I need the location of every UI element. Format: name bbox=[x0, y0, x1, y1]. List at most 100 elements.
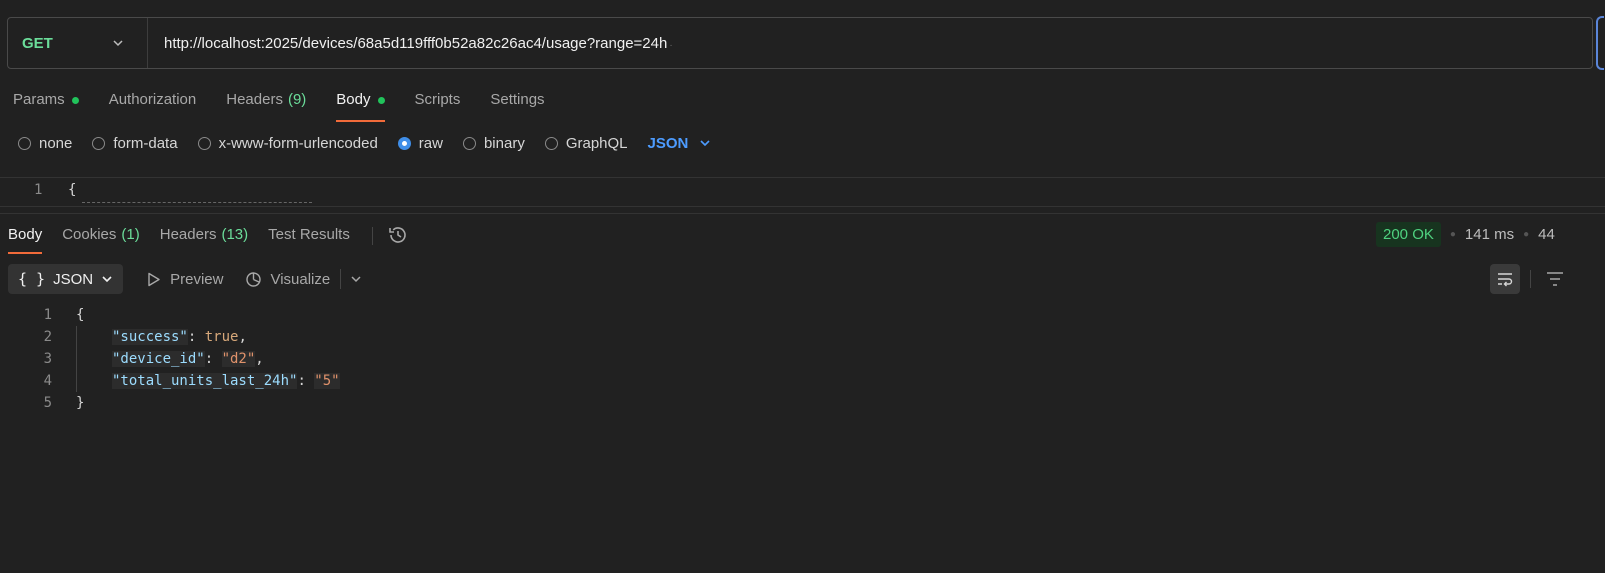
preview-label: Preview bbox=[170, 270, 224, 288]
request-body-editor[interactable]: 1 { bbox=[0, 177, 1605, 207]
tab-label: Scripts bbox=[414, 91, 461, 108]
radio-label: form-data bbox=[113, 134, 178, 152]
history-icon[interactable] bbox=[387, 224, 409, 246]
url-dot-icon: · bbox=[669, 39, 673, 51]
play-icon bbox=[148, 272, 160, 286]
radio-label: binary bbox=[483, 134, 525, 152]
json-value: "5" bbox=[314, 373, 340, 389]
chevron-down-icon bbox=[113, 40, 123, 47]
line-number: 1 bbox=[43, 307, 52, 323]
radio-icon bbox=[18, 136, 31, 150]
indent-guide bbox=[76, 326, 77, 392]
tab-headers[interactable]: Headers (9) bbox=[226, 88, 306, 122]
tab-count: (9) bbox=[287, 91, 307, 108]
radio-graphql[interactable]: GraphQL bbox=[544, 134, 628, 152]
json-key: "device_id" bbox=[112, 351, 205, 367]
radio-label: raw bbox=[418, 134, 443, 152]
radio-icon bbox=[197, 136, 211, 150]
radio-label: GraphQL bbox=[565, 134, 628, 152]
code-text: "total_units_last_24h": "5" bbox=[112, 373, 340, 389]
tab-label: Settings bbox=[490, 91, 545, 108]
code-text: "device_id": "d2", bbox=[112, 351, 264, 367]
status-badge[interactable]: 200 OK bbox=[1376, 222, 1441, 247]
response-tab-headers[interactable]: Headers (13) bbox=[160, 224, 248, 254]
code-line: { bbox=[68, 182, 77, 198]
radio-none[interactable]: none bbox=[18, 135, 72, 152]
visualize-button[interactable]: Visualize bbox=[245, 271, 330, 288]
tab-settings[interactable]: Settings bbox=[490, 88, 544, 122]
tab-count: (13) bbox=[221, 226, 249, 243]
response-tabs: Body Cookies (1) Headers (13) Test Results bbox=[8, 224, 409, 254]
radio-binary[interactable]: binary bbox=[462, 134, 525, 152]
braces-icon: { } bbox=[18, 270, 46, 288]
chevron-down-icon bbox=[102, 276, 112, 283]
response-tab-test-results[interactable]: Test Results bbox=[268, 224, 350, 254]
filter-icon[interactable] bbox=[1545, 270, 1565, 288]
json-key: "total_units_last_24h" bbox=[112, 373, 298, 389]
radio-x-www-form-urlencoded[interactable]: x-www-form-urlencoded bbox=[197, 134, 378, 152]
line-number: 2 bbox=[43, 329, 52, 345]
json-value: "d2" bbox=[221, 351, 256, 367]
body-type-selector: none form-data x-www-form-urlencoded raw… bbox=[18, 132, 712, 154]
visualize-label: Visualize bbox=[270, 270, 331, 288]
tab-label: Cookies bbox=[62, 226, 117, 243]
url-text: http://localhost:2025/devices/68a5d119ff… bbox=[164, 34, 668, 52]
tab-label: Test Results bbox=[268, 226, 350, 243]
body-dot-icon bbox=[377, 97, 385, 104]
pane-splitter[interactable] bbox=[0, 213, 1605, 214]
tab-label: Headers bbox=[226, 91, 283, 108]
url-bar: GET http://localhost:2025/devices/68a5d1… bbox=[7, 16, 1604, 70]
chevron-down-icon bbox=[700, 140, 710, 147]
json-comma: , bbox=[255, 351, 264, 367]
line-number: 4 bbox=[43, 373, 52, 389]
radio-raw[interactable]: raw bbox=[397, 134, 443, 152]
tab-count: (1) bbox=[121, 226, 140, 243]
tab-authorization[interactable]: Authorization bbox=[109, 88, 197, 122]
send-button[interactable] bbox=[1596, 16, 1604, 70]
tab-scripts[interactable]: Scripts bbox=[415, 88, 461, 122]
wrap-lines-icon bbox=[1498, 273, 1513, 287]
format-select[interactable]: { } JSON bbox=[8, 264, 124, 294]
divider bbox=[1530, 270, 1531, 288]
code-line: 4 "total_units_last_24h": "5" bbox=[0, 370, 340, 392]
code-text: { bbox=[76, 307, 85, 323]
json-key: "success" bbox=[112, 329, 188, 345]
radio-label: x-www-form-urlencoded bbox=[218, 134, 378, 152]
wrap-lines-button[interactable] bbox=[1490, 264, 1520, 294]
code-text: } bbox=[76, 395, 85, 411]
format-label: JSON bbox=[53, 270, 94, 288]
line-number: 3 bbox=[43, 351, 52, 367]
visualize-icon bbox=[246, 271, 262, 287]
tab-params[interactable]: Params bbox=[13, 88, 79, 122]
raw-language-select[interactable]: JSON bbox=[648, 135, 713, 152]
tab-label: Body bbox=[8, 226, 43, 243]
method-select[interactable]: GET bbox=[8, 18, 148, 68]
response-status: 200 OK ● 141 ms ● 44 bbox=[1376, 222, 1555, 247]
tab-label: Headers bbox=[159, 226, 217, 243]
response-tab-body[interactable]: Body bbox=[8, 224, 43, 254]
code-line: 1 { bbox=[0, 304, 85, 326]
code-line: 3 "device_id": "d2", bbox=[0, 348, 264, 370]
response-body-viewer[interactable]: 1 { 2 "success": true, 3 "device_id": "d… bbox=[0, 304, 340, 414]
separator-dot: ● bbox=[1523, 229, 1530, 240]
response-tab-cookies[interactable]: Cookies (1) bbox=[62, 224, 140, 254]
response-toolbar: { } JSON Preview Visualize bbox=[8, 264, 363, 294]
request-tabs: Params Authorization Headers (9) Body Scr… bbox=[13, 88, 575, 122]
response-size[interactable]: 44 bbox=[1538, 226, 1555, 243]
preview-button[interactable]: Preview bbox=[145, 271, 223, 288]
radio-icon bbox=[92, 136, 106, 150]
params-dot-icon bbox=[71, 97, 79, 104]
json-comma: , bbox=[238, 329, 247, 345]
clipped-line bbox=[82, 202, 312, 206]
method-label: GET bbox=[22, 34, 53, 52]
code-text: "success": true, bbox=[112, 329, 247, 345]
radio-selected-icon bbox=[397, 136, 411, 150]
tab-label: Params bbox=[13, 91, 65, 108]
tab-body[interactable]: Body bbox=[336, 88, 385, 122]
url-input[interactable]: http://localhost:2025/devices/68a5d119ff… bbox=[148, 35, 673, 52]
separator-dot: ● bbox=[1449, 229, 1456, 240]
chevron-down-icon[interactable] bbox=[349, 272, 363, 286]
radio-form-data[interactable]: form-data bbox=[92, 134, 178, 152]
response-time[interactable]: 141 ms bbox=[1465, 226, 1514, 243]
code-line: 2 "success": true, bbox=[0, 326, 247, 348]
